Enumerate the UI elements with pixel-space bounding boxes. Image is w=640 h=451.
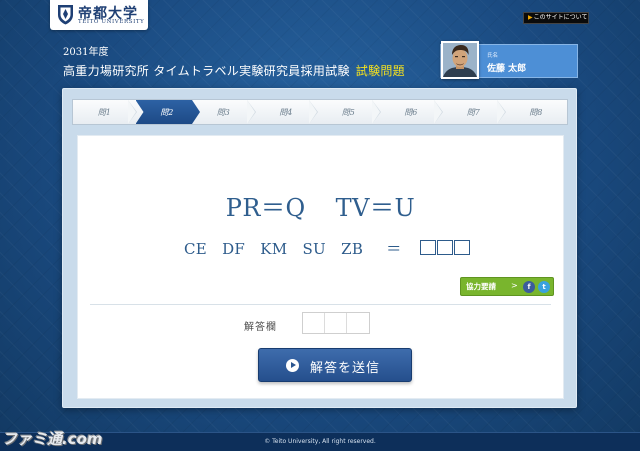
step-tab-5[interactable]: 問5 (317, 100, 380, 124)
avatar (441, 41, 479, 79)
submit-answer-button[interactable]: 解答を送信 (258, 348, 412, 382)
sequence-item: ZB (341, 240, 364, 258)
crest-icon (58, 5, 73, 25)
question-sequence: CE DF KM SU ZB ＝ (184, 238, 412, 259)
question-formula: PR＝Q TV＝U (78, 188, 563, 223)
step-tab-2[interactable]: 問2 (136, 100, 201, 124)
step-tab-label: 問3 (216, 107, 230, 117)
about-site-link[interactable]: ▶このサイトについて (523, 12, 589, 24)
step-tab-7[interactable]: 問7 (442, 100, 505, 124)
exam-name: 高重力場研究所 タイムトラベル実験研究員採用試験 (63, 64, 350, 78)
question-card: PR＝Q TV＝U CE DF KM SU ZB ＝ 協力要請 > f t 解答欄 (77, 135, 564, 399)
sequence-item: KM (260, 240, 288, 258)
step-tab-label: 問2 (160, 107, 174, 117)
exam-section-label: 試験問題 (355, 64, 405, 78)
answer-placeholder-boxes (420, 240, 470, 255)
user-card: 氏名 佐藤 太郎 (440, 41, 578, 79)
sequence-item: CE (184, 240, 208, 258)
step-tab-label: 問4 (279, 107, 293, 117)
step-tab-6[interactable]: 問6 (380, 100, 443, 124)
placeholder-box (437, 240, 453, 255)
step-tab-4[interactable]: 問4 (255, 100, 318, 124)
sequence-item: SU (302, 240, 327, 258)
exam-panel: 問1 問2 問3 問4 問5 問6 問7 問8 PR＝Q TV＝U CE DF K… (62, 88, 577, 408)
page-title: 高重力場研究所 タイムトラベル実験研究員採用試験 試験問題 (63, 62, 405, 79)
user-portrait-icon (443, 43, 477, 77)
step-tab-label: 問1 (97, 107, 111, 117)
step-tab-1[interactable]: 問1 (73, 100, 136, 124)
answer-input[interactable] (302, 312, 370, 334)
question-step-nav: 問1 問2 問3 問4 問5 問6 問7 問8 (72, 99, 568, 125)
answer-cell[interactable] (325, 313, 347, 333)
step-tab-3[interactable]: 問3 (192, 100, 255, 124)
play-arrow-icon: ▶ (528, 14, 533, 21)
watermark-logo: ファミ通.com (2, 430, 103, 448)
university-logo[interactable]: 帝都大学 TEITO UNIVERSITY (50, 0, 148, 30)
exam-year: 2031年度 (63, 47, 109, 58)
formula-a: PR＝Q (225, 194, 306, 222)
step-tab-label: 問5 (341, 107, 355, 117)
answer-label: 解答欄 (244, 322, 277, 333)
logo-subtitle: TEITO UNIVERSITY (78, 19, 145, 25)
user-name-label: 氏名 (487, 53, 499, 59)
about-site-label: このサイトについて (533, 14, 588, 21)
play-circle-icon (286, 359, 299, 372)
chevron-right-icon: > (511, 281, 518, 290)
sequence-equals: ＝ (386, 240, 402, 258)
step-tab-label: 問7 (466, 107, 480, 117)
formula-b: TV＝U (335, 194, 416, 222)
submit-answer-label: 解答を送信 (310, 361, 381, 376)
step-tab-label: 問6 (404, 107, 418, 117)
twitter-icon[interactable]: t (538, 281, 550, 293)
answer-cell[interactable] (303, 313, 325, 333)
step-tab-label: 問8 (529, 107, 543, 117)
placeholder-box (454, 240, 470, 255)
share-request-button[interactable]: 協力要請 > f t (460, 277, 554, 296)
answer-cell[interactable] (347, 313, 369, 333)
divider (90, 304, 551, 305)
user-name: 佐藤 太郎 (487, 64, 527, 74)
share-request-label: 協力要請 (466, 282, 496, 291)
placeholder-box (420, 240, 436, 255)
facebook-icon[interactable]: f (523, 281, 535, 293)
sequence-item: DF (222, 240, 246, 258)
step-tab-8[interactable]: 問8 (505, 100, 568, 124)
